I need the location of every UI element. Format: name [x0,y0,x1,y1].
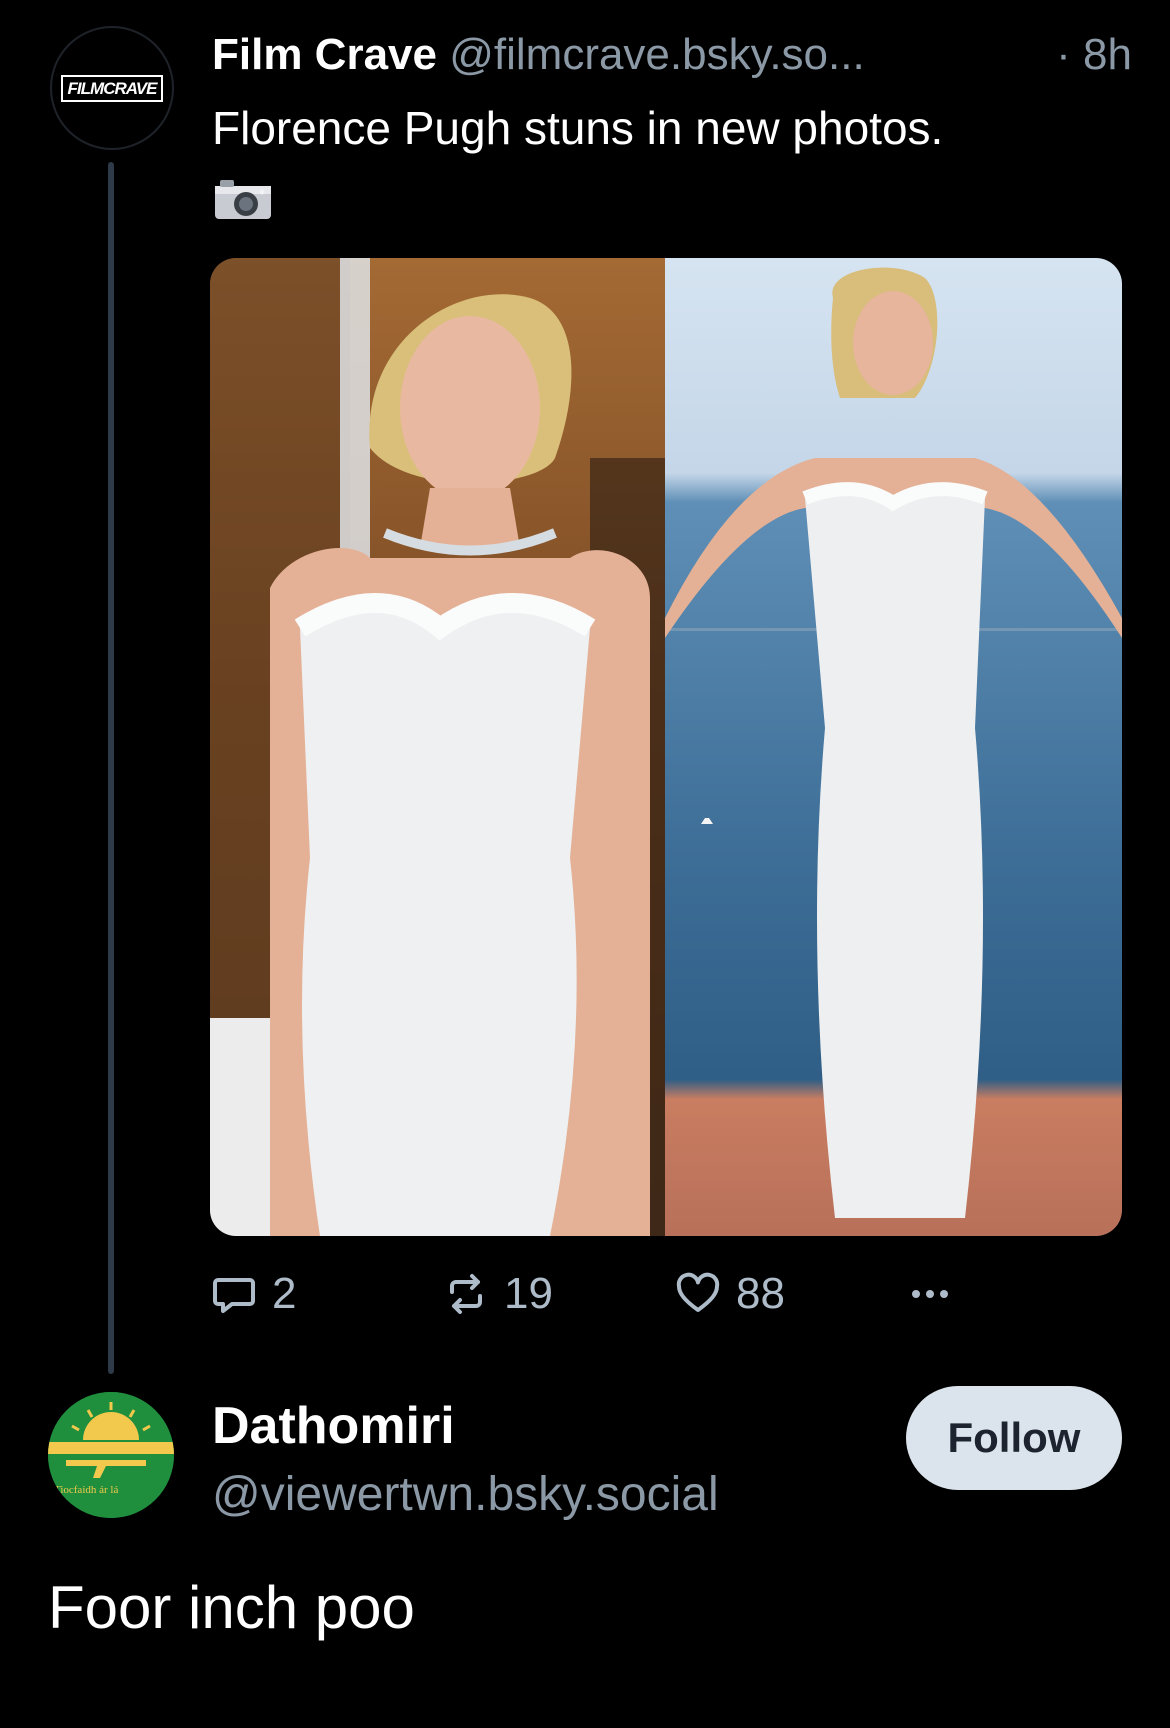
repost-count: 19 [504,1269,553,1318]
reply-count: 2 [272,1269,297,1318]
repost-icon [450,1274,482,1314]
post-actions: 2 19 88 [210,1264,970,1324]
camera-icon [215,180,271,219]
repost-button[interactable]: 19 [442,1264,553,1324]
post-text: Florence Pugh stuns in new photos. [212,102,944,154]
filmcrave-avatar[interactable]: FILMCRAVE [50,26,174,150]
dathomiri-avatar-motto: Tiocfaidh ár lá [54,1484,119,1496]
dathomiri-avatar[interactable]: Tiocfaidh ár lá [48,1392,174,1518]
more-options-button[interactable] [906,1264,968,1324]
author-name[interactable]: Film Crave [212,30,437,79]
post-time: · 8h [1056,30,1132,79]
reply-author-handle[interactable]: @viewertwn.bsky.social [212,1462,719,1528]
like-button[interactable]: 88 [674,1264,785,1324]
photo-left-illustration [210,258,665,1236]
reply-text: Foor inch poo [48,1574,415,1641]
thread-line [108,162,114,1374]
photo-right-illustration [665,267,1122,1219]
follow-button[interactable]: Follow [906,1386,1122,1490]
more-icon [912,1290,948,1298]
post-header: Film Crave @filmcrave.bsky.so... · 8h [212,20,1132,90]
reply-button[interactable]: 2 [210,1264,296,1324]
like-count: 88 [736,1269,785,1318]
dathomiri-avatar-art [48,1392,174,1518]
reply-icon [213,1278,255,1313]
reply-author-name[interactable]: Dathomiri [212,1390,455,1462]
photo-right[interactable] [665,258,1122,1236]
photo-left[interactable] [210,258,665,1236]
author-handle[interactable]: @filmcrave.bsky.so... [449,30,865,79]
filmcrave-logo: FILMCRAVE [60,74,164,102]
heart-icon [676,1272,720,1312]
post-media[interactable] [210,258,1122,1236]
